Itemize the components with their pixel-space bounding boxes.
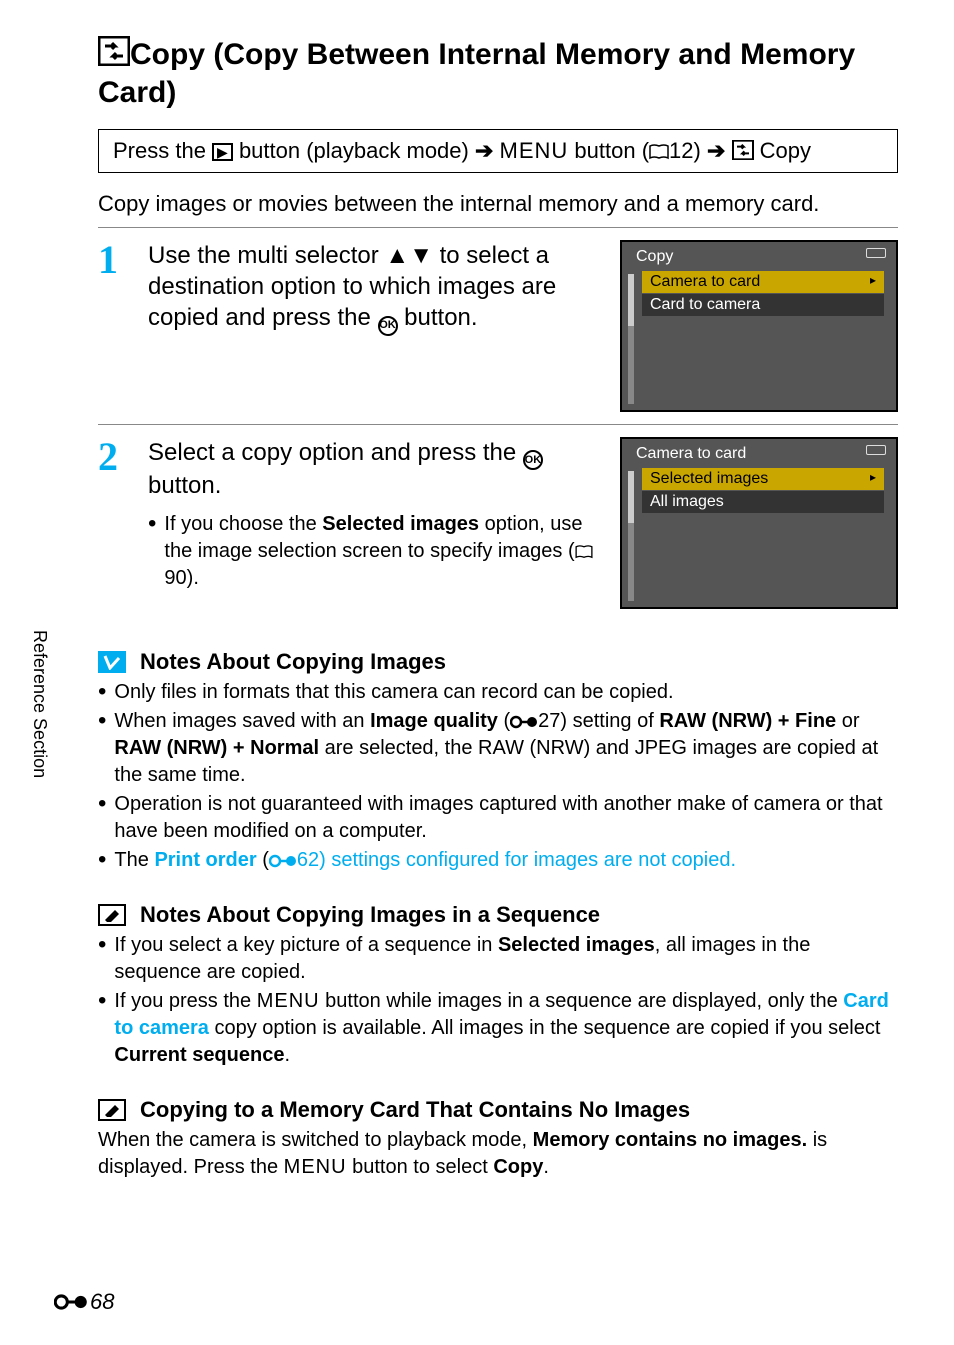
page-footer: 68 bbox=[54, 1289, 114, 1315]
notes-1-item-3: The Print order (62) settings configured… bbox=[98, 847, 898, 874]
intro-text: Copy images or movies between the intern… bbox=[98, 191, 898, 228]
notes-2-heading-text: Notes About Copying Images in a Sequence bbox=[140, 902, 600, 928]
scrollbar bbox=[628, 471, 634, 601]
copy-swap-icon bbox=[98, 36, 130, 66]
page-title: Copy (Copy Between Internal Memory and M… bbox=[98, 36, 898, 111]
camera-screenshot-2: Camera to card Selected images All image… bbox=[620, 437, 898, 609]
notes-3-heading-text: Copying to a Memory Card That Contains N… bbox=[140, 1097, 690, 1123]
step-1: 1 Use the multi selector ▲▼ to select a … bbox=[98, 228, 898, 425]
key-ref-icon bbox=[269, 854, 297, 868]
bc-after-play: button (playback mode) bbox=[233, 138, 475, 163]
step-1-text: Use the multi selector ▲▼ to select a de… bbox=[148, 240, 602, 336]
side-section-label: Reference Section bbox=[29, 630, 50, 778]
notes-1-item-2: Operation is not guaranteed with images … bbox=[98, 791, 898, 845]
notes-3-heading: Copying to a Memory Card That Contains N… bbox=[98, 1097, 898, 1123]
shot2-item-1: All images bbox=[642, 491, 884, 513]
step-2-number: 2 bbox=[98, 437, 130, 609]
play-button-icon: ▶ bbox=[212, 143, 233, 161]
note-tag-icon bbox=[98, 904, 126, 926]
title-text: Copy (Copy Between Internal Memory and M… bbox=[98, 38, 855, 109]
key-ref-icon bbox=[510, 715, 538, 729]
shot1-title: Copy bbox=[628, 248, 890, 270]
notes-1-item-1: When images saved with an Image quality … bbox=[98, 708, 898, 789]
key-ref-icon bbox=[54, 1293, 88, 1311]
bc-after-menu: button ( bbox=[568, 138, 649, 163]
notes-2-heading: Notes About Copying Images in a Sequence bbox=[98, 902, 898, 928]
book-icon bbox=[649, 144, 669, 160]
notes-3: Copying to a Memory Card That Contains N… bbox=[98, 1097, 898, 1181]
shot1-item-1: Card to camera bbox=[642, 294, 884, 316]
shot2-item-0: Selected images bbox=[642, 468, 884, 490]
bc-ref1: 12) bbox=[669, 138, 707, 163]
bc-pre: Press the bbox=[113, 138, 212, 163]
up-triangle-icon: ▲ bbox=[385, 242, 409, 269]
note-tag-icon bbox=[98, 1099, 126, 1121]
breadcrumb: Press the ▶ button (playback mode) ➔ MEN… bbox=[98, 129, 898, 173]
step-1-number: 1 bbox=[98, 240, 130, 412]
camera-screenshot-1: Copy Camera to card Card to camera bbox=[620, 240, 898, 412]
copy-swap-icon bbox=[732, 140, 754, 160]
ok-button-icon: OK bbox=[378, 316, 398, 336]
book-icon bbox=[575, 545, 593, 559]
scrollbar bbox=[628, 274, 634, 404]
down-triangle-icon: ▼ bbox=[409, 242, 433, 269]
page-number: 68 bbox=[90, 1289, 114, 1315]
battery-icon bbox=[866, 445, 886, 455]
step-2: 2 Select a copy option and press the OK … bbox=[98, 425, 898, 621]
notes-1: Notes About Copying Images Only files in… bbox=[98, 649, 898, 874]
notes-1-heading-text: Notes About Copying Images bbox=[140, 649, 446, 675]
step-2-sub: If you choose the Selected images option… bbox=[148, 511, 602, 592]
arrow-icon: ➔ bbox=[475, 138, 493, 163]
notes-2-item-0: If you select a key picture of a sequenc… bbox=[98, 932, 898, 986]
ok-button-icon: OK bbox=[523, 450, 543, 470]
notes-1-heading: Notes About Copying Images bbox=[98, 649, 898, 675]
step-2-text: Select a copy option and press the OK bu… bbox=[148, 437, 602, 501]
bc-copy: Copy bbox=[754, 138, 811, 163]
notes-2: Notes About Copying Images in a Sequence… bbox=[98, 902, 898, 1069]
caution-tag-icon bbox=[98, 651, 126, 673]
notes-1-item-0: Only files in formats that this camera c… bbox=[98, 679, 898, 706]
battery-icon bbox=[866, 248, 886, 258]
shot1-item-0: Camera to card bbox=[642, 271, 884, 293]
arrow-icon: ➔ bbox=[707, 138, 725, 163]
notes-3-para: When the camera is switched to playback … bbox=[98, 1127, 898, 1181]
menu-label: MENU bbox=[500, 138, 569, 163]
notes-2-item-1: If you press the MENU button while image… bbox=[98, 988, 898, 1069]
shot2-title: Camera to card bbox=[628, 445, 890, 467]
